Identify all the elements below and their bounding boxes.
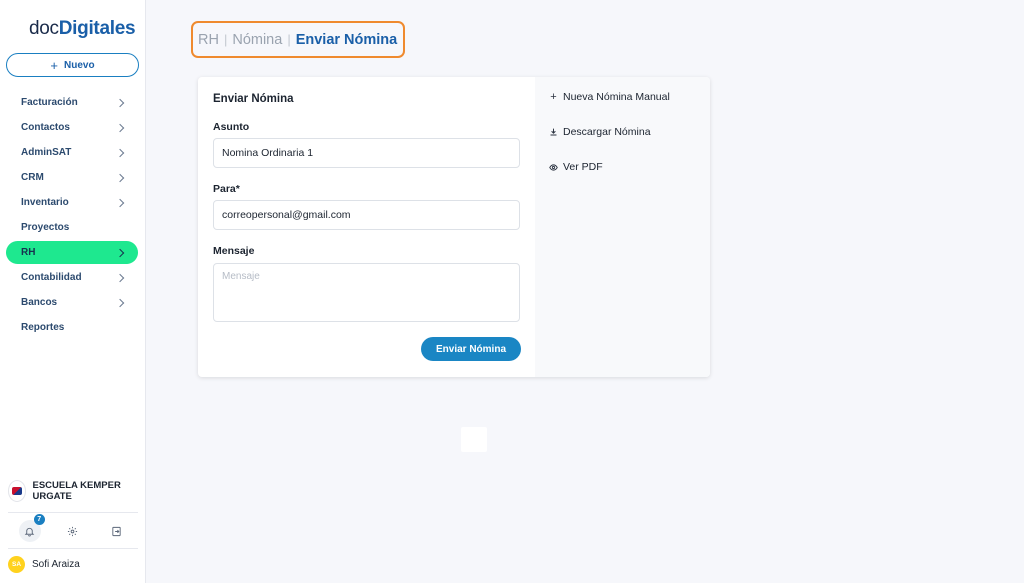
user-name: Sofi Araiza (32, 559, 80, 570)
view-pdf-link[interactable]: Ver PDF (549, 161, 603, 173)
breadcrumb-item-rh[interactable]: RH (198, 32, 219, 48)
download-payroll-label: Descargar Nómina (563, 126, 651, 138)
sidebar-actions: 7 (8, 514, 138, 544)
subject-input[interactable] (213, 138, 520, 168)
sidebar-item-label: Bancos (21, 297, 58, 308)
avatar: SA (8, 556, 25, 573)
sidebar-item-label: AdminSAT (21, 147, 72, 158)
message-textarea[interactable] (213, 263, 520, 322)
app-logo[interactable]: docDigitales (29, 18, 136, 40)
sidebar-item-label: Reportes (21, 322, 65, 333)
send-payroll-button[interactable]: Enviar Nómina (421, 337, 521, 361)
chevron-right-icon (115, 148, 125, 157)
company-logo-icon (8, 480, 27, 502)
sidebar-item-adminsat[interactable]: AdminSAT (6, 141, 138, 164)
chevron-right-icon (115, 198, 125, 207)
sidebar: docDigitales + Nuevo Facturación Contact… (0, 0, 146, 583)
sidebar-item-label: Contactos (21, 122, 70, 133)
to-email-input[interactable] (213, 200, 520, 230)
sidebar-item-inventario[interactable]: Inventario (6, 191, 138, 214)
sidebar-item-bancos[interactable]: Bancos (6, 291, 138, 314)
user-profile[interactable]: SA Sofi Araiza (8, 556, 80, 573)
new-manual-payroll-label: Nueva Nómina Manual (563, 91, 670, 103)
sidebar-item-label: Facturación (21, 97, 78, 108)
download-icon (550, 128, 557, 136)
divider (8, 512, 138, 513)
sidebar-item-contabilidad[interactable]: Contabilidad (6, 266, 138, 289)
sidebar-item-label: Contabilidad (21, 272, 82, 283)
settings-button[interactable] (62, 520, 84, 542)
side-actions-panel: + Nueva Nómina Manual Descargar Nómina V… (535, 77, 710, 377)
eye-icon (549, 163, 558, 171)
sidebar-item-rh[interactable]: RH (6, 241, 138, 264)
sidebar-nav: Facturación Contactos AdminSAT CRM Inven… (6, 91, 138, 341)
sidebar-item-label: Inventario (21, 197, 69, 208)
bell-icon (24, 527, 35, 537)
subject-label: Asunto (213, 121, 250, 133)
sidebar-item-label: CRM (21, 172, 44, 183)
company-switcher[interactable]: ESCUELA KEMPER URGATE (8, 480, 140, 502)
view-pdf-label: Ver PDF (563, 161, 603, 173)
message-label: Mensaje (213, 245, 255, 257)
breadcrumb: RH | Nómina | Enviar Nómina (191, 21, 405, 58)
sidebar-item-label: Proyectos (21, 222, 70, 233)
logout-button[interactable] (105, 520, 127, 542)
plus-icon: + (550, 91, 557, 103)
sidebar-item-reportes[interactable]: Reportes (6, 316, 138, 339)
chevron-right-icon (115, 98, 125, 107)
new-manual-payroll-link[interactable]: + Nueva Nómina Manual (549, 91, 670, 103)
sidebar-item-facturacion[interactable]: Facturación (6, 91, 138, 114)
sidebar-item-crm[interactable]: CRM (6, 166, 138, 189)
sidebar-item-label: RH (21, 247, 36, 258)
chevron-right-icon (115, 173, 125, 182)
company-name: ESCUELA KEMPER URGATE (32, 480, 121, 502)
notification-badge: 7 (33, 514, 45, 525)
chevron-right-icon (115, 123, 125, 132)
send-payroll-card: Enviar Nómina Asunto Para* Mensaje Envia… (198, 77, 710, 377)
chevron-right-icon (115, 248, 125, 257)
download-payroll-link[interactable]: Descargar Nómina (549, 126, 651, 138)
sidebar-item-contactos[interactable]: Contactos (6, 116, 138, 139)
logout-icon (112, 526, 121, 536)
chevron-right-icon (115, 273, 125, 282)
form-title: Enviar Nómina (213, 93, 294, 105)
breadcrumb-current: Enviar Nómina (295, 31, 398, 48)
breadcrumb-separator: | (287, 32, 291, 47)
new-button[interactable]: + Nuevo (6, 53, 139, 77)
breadcrumb-separator: | (223, 32, 228, 47)
breadcrumb-item-nomina[interactable]: Nómina (232, 32, 282, 48)
plus-icon: + (50, 57, 59, 73)
to-label: Para* (213, 183, 240, 195)
new-button-label: Nuevo (64, 59, 95, 71)
chevron-right-icon (115, 298, 125, 307)
placeholder-block (461, 427, 487, 452)
divider (8, 548, 138, 549)
sidebar-item-proyectos[interactable]: Proyectos (6, 216, 138, 239)
notifications-button[interactable]: 7 (18, 514, 45, 542)
gear-icon (68, 526, 78, 536)
